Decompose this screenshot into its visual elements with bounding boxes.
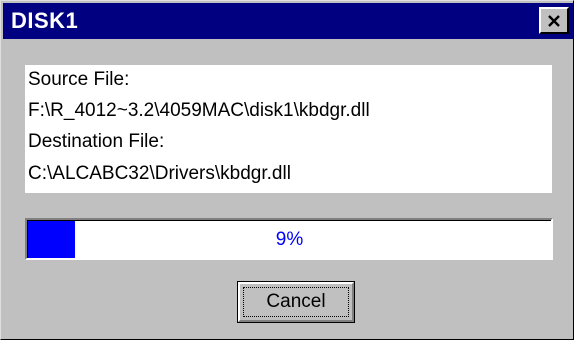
source-file-path: F:\R_4012~3.2\4059MAC\disk1\kbdgr.dll — [28, 100, 370, 121]
window-title: DISK1 — [11, 8, 79, 33]
progress-track: 9% — [27, 220, 551, 258]
progress-percent: 9% — [275, 228, 304, 250]
copy-progress-dialog: DISK1 Source File: F:\R_4012~3.2\4059MAC… — [0, 0, 574, 340]
close-x-icon — [547, 14, 561, 28]
cancel-button[interactable]: Cancel — [237, 281, 355, 323]
progress-bar: 9% — [25, 218, 553, 260]
close-button[interactable] — [539, 7, 569, 34]
file-info-panel: Source File: F:\R_4012~3.2\4059MAC\disk1… — [25, 65, 552, 193]
cancel-button-label: Cancel — [266, 291, 326, 312]
destination-file-path: C:\ALCABC32\Drivers\kbdgr.dll — [28, 163, 291, 184]
source-file-label: Source File: — [28, 69, 130, 90]
destination-file-label: Destination File: — [28, 131, 165, 152]
title-bar[interactable]: DISK1 — [3, 3, 573, 39]
